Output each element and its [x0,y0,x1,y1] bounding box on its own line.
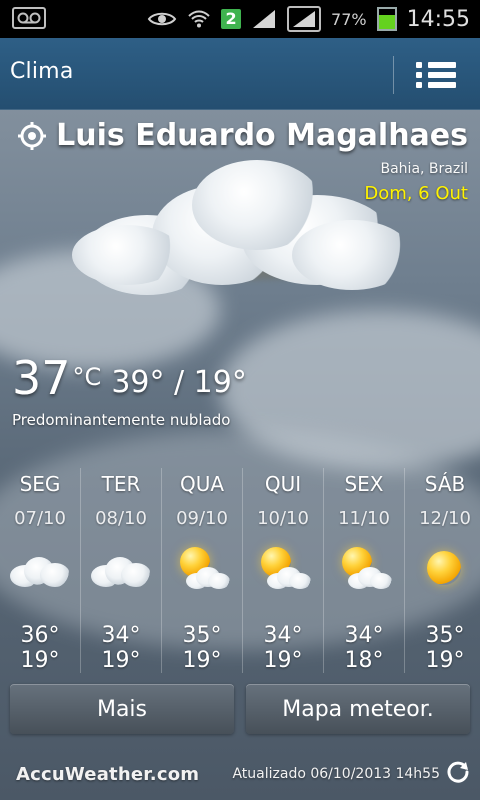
day-high: 34° [101,623,141,648]
current-hi-lo: 39° / 19° [111,365,247,400]
accuweather-logo[interactable]: AccuWeather.com [16,764,199,785]
list-menu-icon [412,54,462,96]
partly-sunny-icon [162,541,242,601]
eye-icon [147,12,177,26]
locate-target-icon[interactable] [18,121,47,150]
forecast-day[interactable]: TER 08/10 34° 19° [81,468,162,673]
day-high: 34° [263,623,303,648]
cloudy-icon [81,541,161,601]
forecast-day[interactable]: SEG 07/10 36° 19° [0,468,81,673]
day-high: 35° [182,623,222,648]
more-button[interactable]: Mais [10,684,234,734]
status-icons: 2 77% 14:55 [147,0,470,38]
cloud-illustration [72,155,412,295]
forecast-day[interactable]: QUA 09/10 35° 19° [162,468,243,673]
updated-timestamp: Atualizado 06/10/2013 14h55 [232,766,440,782]
current-condition: Predominantemente nublado [12,411,231,429]
day-high: 36° [20,623,60,648]
day-date: 08/10 [95,508,147,529]
current-temp-unit: °C [72,363,102,391]
day-date: 07/10 [14,508,66,529]
weather-screen: 2 77% 14:55 Clima Luis Eduardo Magalhaes… [0,0,480,800]
app-title: Clima [10,59,74,84]
cloudy-icon [0,541,80,601]
weather-map-button[interactable]: Mapa meteor. [246,684,470,734]
refresh-icon[interactable] [446,760,470,784]
signal-icon [287,6,322,32]
forecast-day[interactable]: SEX 11/10 34° 18° [324,468,405,673]
battery-percent: 77% [331,9,367,29]
forecast-day[interactable]: SÁB 12/10 35° 19° [405,468,480,673]
day-high: 34° [344,623,384,648]
location-title: Luis Eduardo Magalhaes [56,118,468,153]
day-name: QUA [179,472,225,496]
day-name: SEX [344,472,384,496]
current-temp: 37 [12,351,71,405]
voicemail-icon [12,7,46,29]
current-temp-row: 37 °C 39° / 19° [12,355,247,401]
day-high: 35° [425,623,465,648]
current-conditions: 37 °C 39° / 19° Predominantemente nublad… [12,355,247,429]
location-row: Luis Eduardo Magalhaes [8,118,468,153]
day-name: TER [101,472,141,496]
day-low: 19° [101,648,141,673]
day-name: SEG [19,472,61,496]
battery-icon [376,7,397,31]
status-bar: 2 77% 14:55 [0,0,480,38]
day-low: 19° [263,648,303,673]
day-date: 10/10 [257,508,309,529]
partly-sunny-icon [243,541,323,601]
partly-sunny-icon [324,541,404,601]
day-date: 12/10 [419,508,471,529]
day-name: SÁB [424,472,466,496]
signal-icon [253,10,276,28]
action-buttons: Mais Mapa meteor. [10,684,470,734]
wifi-icon [188,10,210,28]
day-name: QUI [264,472,302,496]
forecast-day[interactable]: QUI 10/10 34° 19° [243,468,324,673]
sunny-icon [405,541,480,601]
day-low: 19° [425,648,465,673]
forecast: SEG 07/10 36° 19° TER 08/10 34° 19° QUA … [0,468,480,673]
clock: 14:55 [406,6,470,32]
footer: AccuWeather.com Atualizado 06/10/2013 14… [0,748,480,800]
day-date: 09/10 [176,508,228,529]
app-bar-divider [393,56,394,94]
day-low: 19° [182,648,222,673]
day-date: 11/10 [338,508,390,529]
day-low: 18° [344,648,384,673]
battery-fill [378,15,395,29]
sim-badge: 2 [221,9,242,29]
menu-button[interactable] [412,54,462,96]
day-low: 19° [20,648,60,673]
app-bar: Clima [0,38,480,110]
